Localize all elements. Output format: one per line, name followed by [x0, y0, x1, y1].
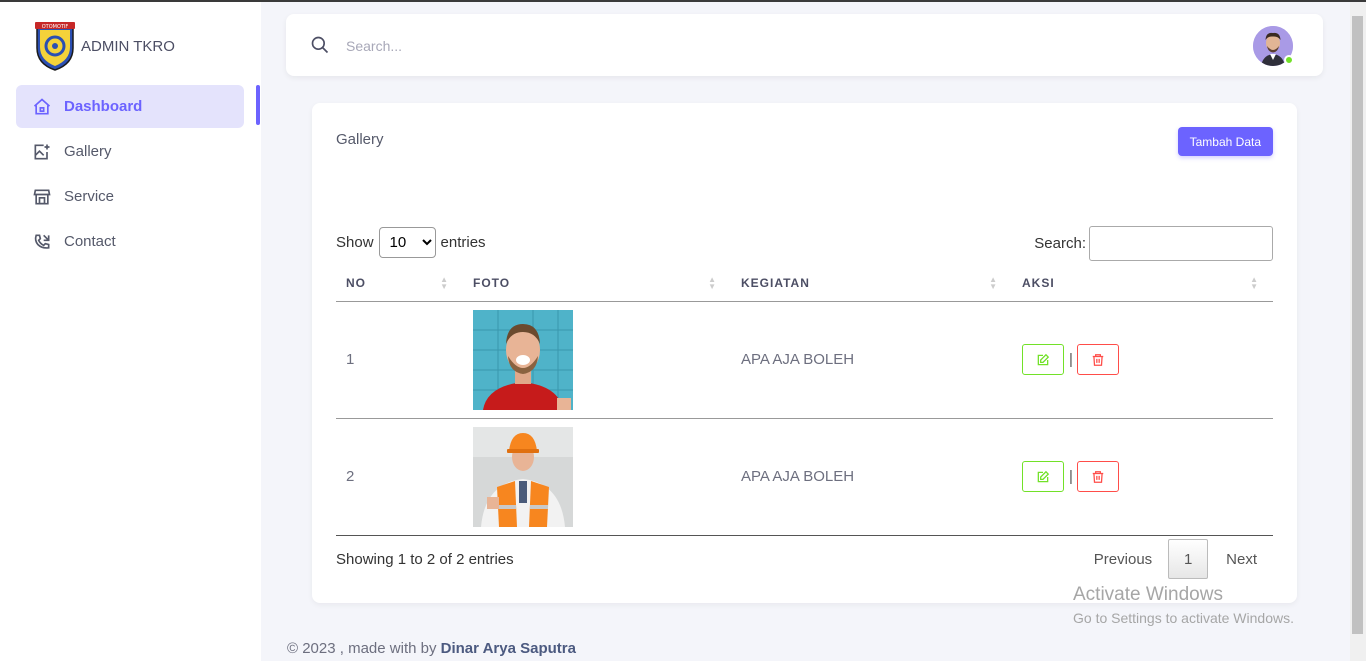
footer: © 2023 , made with by Dinar Arya Saputra — [287, 640, 576, 657]
search-input[interactable] — [346, 33, 746, 59]
sidebar-item-label: Dashboard — [64, 98, 143, 115]
card-title: Gallery — [336, 131, 384, 148]
photo-worker-hardhat[interactable] — [473, 426, 573, 527]
page-button-1[interactable]: 1 — [1168, 539, 1209, 579]
row-actions: | — [1022, 461, 1273, 492]
row-actions: | — [1022, 344, 1273, 375]
sidebar-item-label: Contact — [64, 233, 116, 250]
next-page-button[interactable]: Next — [1208, 551, 1273, 568]
sidebar-item-dashboard[interactable]: Dashboard — [16, 85, 244, 128]
footer-text: © 2023 , made with by — [287, 640, 437, 657]
search-icon[interactable] — [310, 35, 330, 55]
sort-icon: ▲ ▼ — [1250, 275, 1259, 291]
table-header-row: NO ▲ ▼ FOTO ▲ ▼ KEGIATAN ▲ ▼ AKSI ▲ ▼ — [336, 265, 1273, 302]
sidebar: OTOMOTIF ADMIN TKRO Dashboard Gallery Se… — [0, 2, 261, 661]
trash-icon — [1092, 353, 1104, 366]
store-icon — [32, 187, 52, 207]
avatar[interactable] — [1253, 26, 1294, 66]
vertical-scrollbar[interactable] — [1350, 2, 1366, 661]
windows-activation-watermark: Activate Windows Go to Settings to activ… — [1073, 584, 1294, 626]
column-header-no[interactable]: NO ▲ ▼ — [336, 265, 463, 302]
scrollbar-thumb[interactable] — [1352, 16, 1363, 634]
add-data-button[interactable]: Tambah Data — [1177, 127, 1273, 156]
cell-aksi: | — [1012, 301, 1273, 419]
table-search-label: Search: — [1034, 235, 1086, 252]
entries-label: entries — [440, 234, 486, 251]
cell-kegiatan: APA AJA BOLEH — [731, 301, 1012, 419]
watermark-title: Activate Windows — [1073, 584, 1223, 605]
sort-icon: ▲ ▼ — [440, 275, 449, 291]
sidebar-item-contact[interactable]: Contact — [16, 220, 244, 263]
table-search: Search: — [1034, 226, 1273, 261]
online-status-dot — [1284, 55, 1294, 65]
sidebar-item-gallery[interactable]: Gallery — [16, 130, 244, 173]
brand-title: ADMIN TKRO — [81, 37, 175, 55]
cell-foto — [463, 301, 731, 419]
trash-icon — [1092, 470, 1104, 483]
cell-kegiatan: APA AJA BOLEH — [731, 418, 1012, 536]
cell-aksi: | — [1012, 418, 1273, 536]
column-label: KEGIATAN — [741, 275, 810, 290]
brand[interactable]: OTOMOTIF ADMIN TKRO — [31, 20, 175, 72]
table-search-input[interactable] — [1089, 226, 1273, 261]
svg-text:OTOMOTIF: OTOMOTIF — [42, 24, 69, 30]
edit-button[interactable] — [1022, 461, 1064, 492]
edit-button[interactable] — [1022, 344, 1064, 375]
delete-button[interactable] — [1076, 461, 1119, 492]
sort-icon: ▲ ▼ — [708, 275, 717, 291]
watermark-subtitle: Go to Settings to activate Windows. — [1073, 610, 1294, 626]
gallery-card: Gallery Tambah Data Show 10 entries Sear… — [312, 103, 1297, 603]
column-label: NO — [346, 275, 366, 290]
sidebar-item-label: Service — [64, 188, 115, 205]
page-size-select[interactable]: 10 — [378, 227, 436, 258]
sidebar-item-label: Gallery — [64, 143, 112, 160]
edit-icon — [1037, 470, 1050, 482]
table-info: Showing 1 to 2 of 2 entries — [336, 551, 514, 568]
column-label: FOTO — [473, 275, 511, 290]
previous-page-button[interactable]: Previous — [1078, 551, 1168, 568]
active-indicator — [256, 85, 260, 125]
action-separator: | — [1069, 351, 1073, 368]
sort-icon: ▲ ▼ — [989, 275, 998, 291]
table-row: 2 APA AJA BOLEH | — [336, 418, 1273, 536]
column-label: AKSI — [1022, 275, 1055, 290]
cell-foto — [463, 418, 731, 536]
image-add-icon — [32, 142, 52, 162]
column-header-aksi[interactable]: AKSI ▲ ▼ — [1012, 265, 1273, 302]
pagination: Previous 1 Next — [1078, 539, 1273, 579]
sidebar-item-service[interactable]: Service — [16, 175, 244, 218]
delete-button[interactable] — [1076, 344, 1119, 375]
phone-call-icon — [32, 232, 52, 252]
footer-author[interactable]: Dinar Arya Saputra — [441, 640, 576, 657]
action-separator: | — [1069, 468, 1073, 485]
entries-length-control: Show 10 entries — [336, 227, 486, 258]
topbar — [286, 14, 1323, 76]
show-label: Show — [336, 234, 374, 251]
column-header-foto[interactable]: FOTO ▲ ▼ — [463, 265, 731, 302]
edit-icon — [1037, 353, 1050, 365]
cell-no: 1 — [336, 301, 463, 419]
home-icon — [32, 97, 52, 117]
column-header-kegiatan[interactable]: KEGIATAN ▲ ▼ — [731, 265, 1012, 302]
sidebar-nav: Dashboard Gallery Service Contact — [16, 85, 244, 265]
cell-no: 2 — [336, 418, 463, 536]
table-row: 1 APA AJA BOLEH | — [336, 301, 1273, 419]
photo-man-red-shirt[interactable] — [473, 309, 573, 410]
brand-logo: OTOMOTIF — [35, 22, 75, 71]
gallery-table: NO ▲▼ FOTO ▲▼ KEGIATAN ▲▼ AKSI ▲▼ 1 — [336, 265, 1273, 536]
